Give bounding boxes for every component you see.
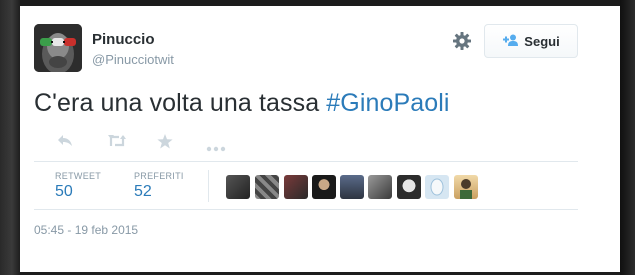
- favorites-count[interactable]: 52: [134, 183, 152, 201]
- divider-top: [34, 161, 578, 162]
- favoriter-avatar[interactable]: [397, 175, 421, 199]
- stats-separator: [208, 170, 209, 202]
- more-icon[interactable]: [206, 139, 226, 157]
- favoriter-avatar[interactable]: [340, 175, 364, 199]
- user-handle[interactable]: @Pinucciotwit: [92, 52, 174, 67]
- favoriter-avatar[interactable]: [454, 175, 478, 199]
- hashtag-link[interactable]: #GinoPaoli: [326, 89, 449, 117]
- reply-icon[interactable]: [57, 134, 73, 153]
- tweet-text-body: C'era una volta una tassa: [34, 89, 327, 117]
- follow-button-label: Segui: [524, 33, 560, 49]
- favoriter-avatar[interactable]: [312, 175, 336, 199]
- favorite-icon[interactable]: [157, 134, 173, 154]
- avatar[interactable]: [34, 24, 82, 72]
- favoriter-avatar[interactable]: [255, 175, 279, 199]
- favoriter-avatar[interactable]: [226, 175, 250, 199]
- tweet-text: C'era una volta una tassa #GinoPaoli: [34, 89, 450, 118]
- favoriter-avatar[interactable]: [425, 175, 449, 199]
- user-name[interactable]: Pinuccio: [92, 31, 155, 48]
- retweet-icon[interactable]: [107, 134, 127, 153]
- divider-bottom: [34, 209, 578, 210]
- retweet-count[interactable]: 50: [55, 183, 73, 201]
- favoriter-avatar[interactable]: [368, 175, 392, 199]
- favorites-label: PREFERITI: [134, 171, 184, 181]
- favoriter-avatar[interactable]: [284, 175, 308, 199]
- gear-icon[interactable]: [452, 31, 472, 51]
- follow-button[interactable]: Segui: [484, 24, 578, 58]
- retweet-label: RETWEET: [55, 171, 102, 181]
- add-user-icon: [502, 34, 519, 49]
- timestamp[interactable]: 05:45 - 19 feb 2015: [34, 223, 138, 237]
